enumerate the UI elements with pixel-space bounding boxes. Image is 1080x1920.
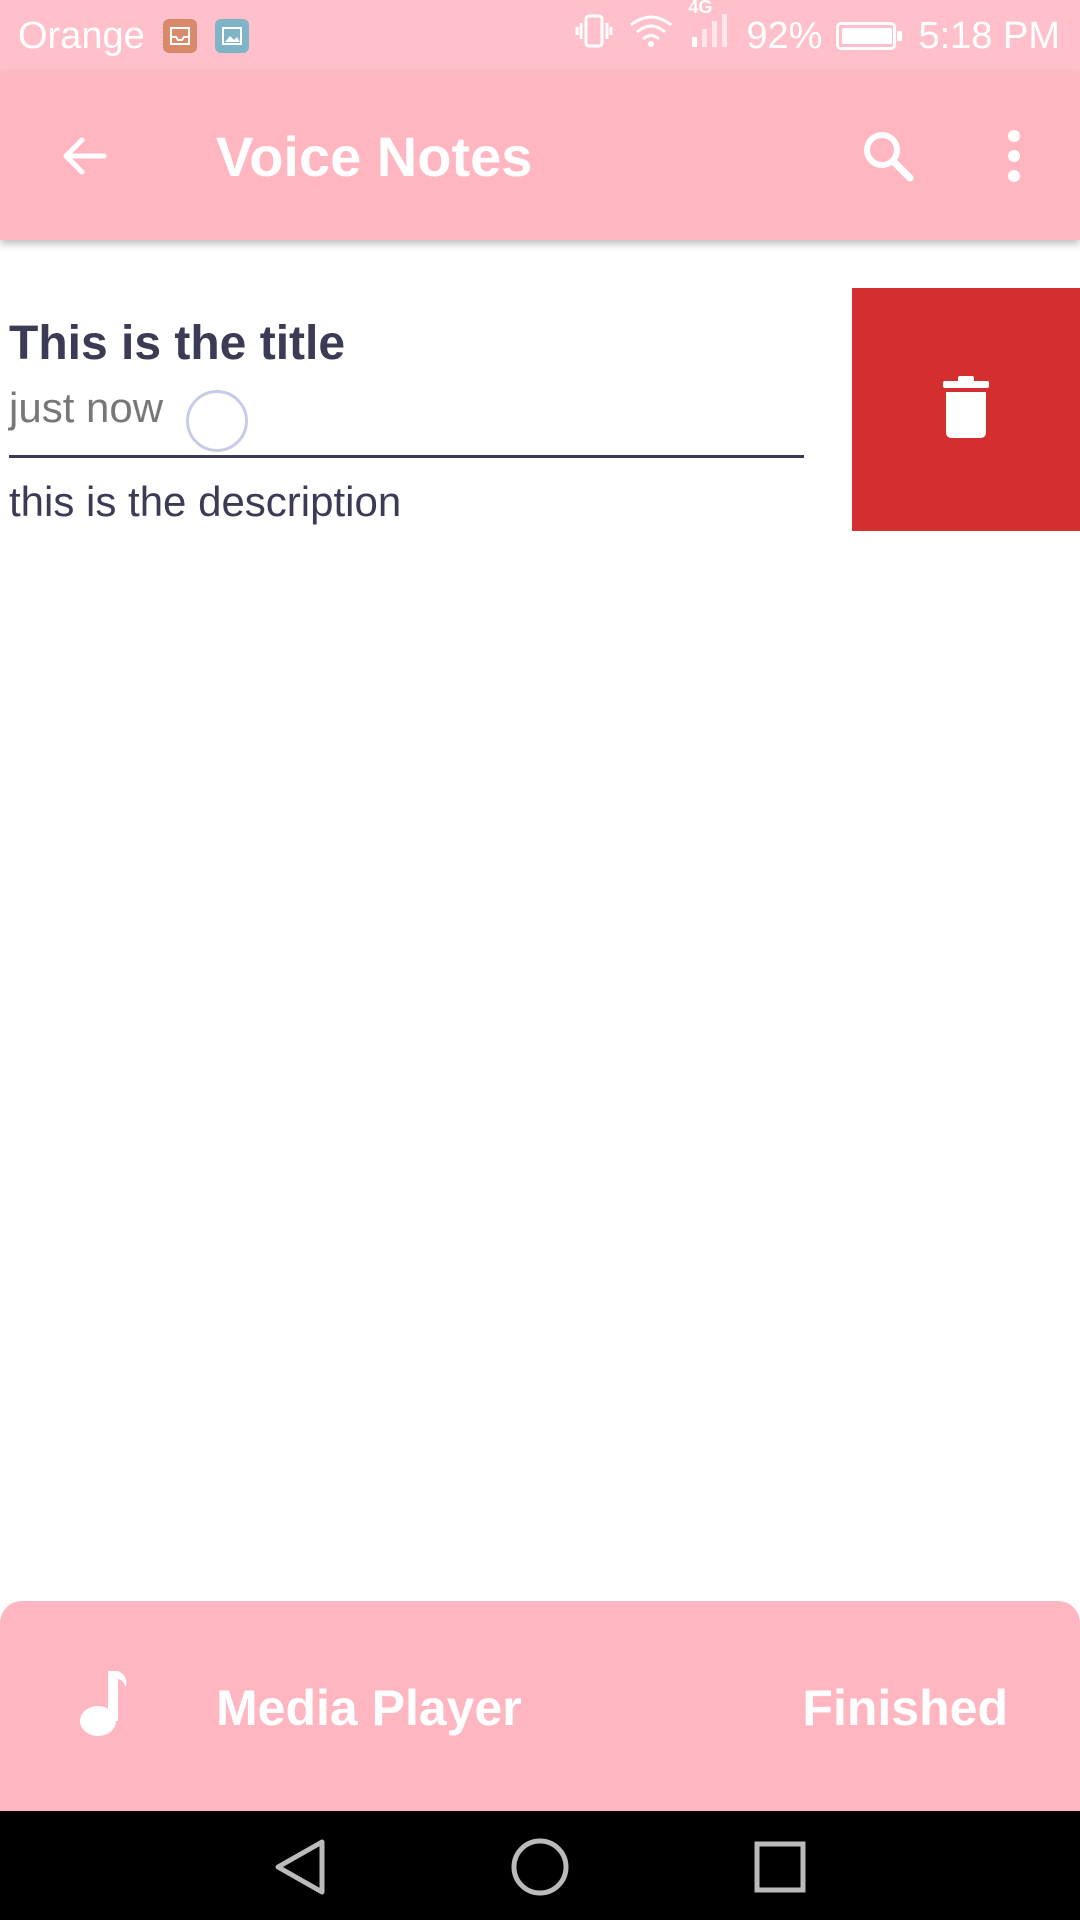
touch-indicator (186, 390, 248, 452)
note-timestamp: just now (9, 384, 164, 431)
home-circle-icon[interactable] (508, 1835, 572, 1899)
back-triangle-icon[interactable] (268, 1835, 332, 1899)
wifi-icon (628, 13, 674, 59)
signal-icon: 4G (688, 0, 732, 59)
vibrate-icon (574, 13, 614, 59)
music-note-icon (76, 1671, 128, 1742)
inbox-app-icon (162, 19, 197, 53)
battery-icon (836, 22, 903, 50)
app-bar: Voice Notes (0, 72, 1080, 240)
status-bar: Orange 4G 92% 5:18 PM (0, 0, 1080, 72)
media-player-status: Finished (802, 1680, 1008, 1736)
page-title: Voice Notes (216, 124, 533, 188)
more-vert-icon[interactable] (966, 108, 1062, 204)
media-player-title: Media Player (216, 1680, 522, 1736)
search-icon[interactable] (840, 108, 936, 204)
media-player-bar[interactable]: Media Player Finished (0, 1601, 1080, 1811)
note-title: This is the title (9, 317, 346, 370)
note-description: this is the description (9, 478, 402, 525)
clock: 5:18 PM (918, 14, 1060, 57)
battery-percent: 92% (746, 14, 823, 57)
delete-button[interactable] (852, 288, 1080, 531)
recents-square-icon[interactable] (748, 1835, 812, 1899)
network-type-label: 4G (688, 0, 713, 17)
system-nav-bar (0, 1811, 1080, 1920)
divider (9, 455, 804, 458)
carrier-label: Orange (18, 14, 145, 57)
back-arrow-icon[interactable] (36, 108, 132, 204)
trash-icon (943, 376, 989, 443)
gallery-app-icon (214, 19, 249, 53)
